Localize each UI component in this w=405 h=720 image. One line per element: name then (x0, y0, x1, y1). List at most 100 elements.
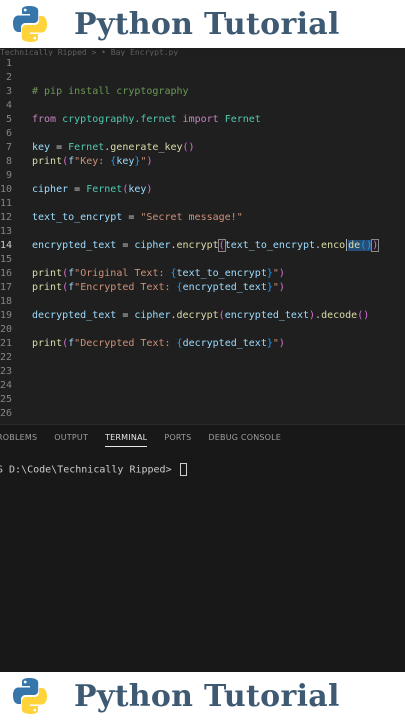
code-line[interactable]: 16 print(f"Original Text: {text_to_encryp… (0, 267, 405, 281)
object: cipher (134, 240, 171, 251)
object: cipher (134, 310, 171, 321)
code-line[interactable]: 20 (0, 323, 405, 337)
code-line[interactable]: 7 key = Fernet.generate_key() (0, 141, 405, 155)
line-number: 6 (5, 128, 12, 139)
line-number: 15 (0, 254, 13, 265)
code-line[interactable]: 3 # pip install cryptography (0, 85, 405, 99)
line-number: 9 (5, 170, 12, 181)
code-line[interactable]: 18 (0, 295, 405, 309)
code-line[interactable]: 6 (0, 127, 405, 141)
line-number: 26 (0, 408, 13, 419)
variable: cipher (32, 184, 69, 195)
parens: () (360, 240, 373, 251)
tab-problems[interactable]: ROBLEMS (0, 431, 37, 447)
line-number: 5 (5, 114, 12, 125)
code-line[interactable]: 24 (0, 379, 405, 393)
string: "Encrypted Text: (74, 282, 177, 293)
variable: text_to_encrypt (32, 212, 123, 223)
class-name: Fernet (224, 114, 261, 125)
code-line[interactable]: 4 (0, 99, 405, 113)
code-line[interactable]: 22 (0, 351, 405, 365)
bottom-banner: Python Tutorial (0, 672, 405, 720)
function-name: print (32, 156, 63, 167)
tab-output[interactable]: OUTPUT (54, 431, 88, 447)
line-number: 3 (5, 86, 12, 97)
code-line[interactable]: 21 print(f"Decrypted Text: {decrypted_tex… (0, 337, 405, 351)
line-number: 25 (0, 394, 13, 405)
function-name: print (32, 282, 63, 293)
line-number: 4 (5, 100, 12, 111)
tab-terminal[interactable]: TERMINAL (105, 431, 148, 447)
text-cursor (346, 239, 348, 251)
paren: ) (278, 282, 285, 293)
keyword: from (32, 114, 57, 125)
code-line[interactable]: 13 (0, 225, 405, 239)
keyword: import (182, 114, 219, 125)
string: "Key: (74, 156, 111, 167)
paren: ) (278, 338, 285, 349)
line-number: 14 (0, 240, 13, 251)
parens: () (357, 310, 370, 321)
variable: encrypted_text (182, 282, 267, 293)
line-number: 22 (0, 352, 13, 363)
paren: ) (278, 268, 285, 279)
panel-tabs: ROBLEMS OUTPUT TERMINAL PORTS DEBUG CONS… (0, 431, 298, 447)
code-line[interactable]: 15 (0, 253, 405, 267)
terminal[interactable]: S D:\Code\Technically Ripped> (0, 463, 187, 478)
operator: = (116, 240, 135, 251)
function-name: generate_key (110, 142, 183, 153)
line-number: 23 (0, 366, 13, 377)
code-line[interactable]: 9 (0, 169, 405, 183)
argument: encrypted_text (224, 310, 309, 321)
line-number: 21 (0, 338, 13, 349)
paren: ) (371, 239, 380, 252)
code-line[interactable]: 2 (0, 71, 405, 85)
code-editor[interactable]: 1 2 3 # pip install cryptography 4 5 from … (0, 56, 405, 424)
python-logo-icon (13, 6, 47, 42)
code-line[interactable]: 1 (0, 57, 405, 71)
comment: # pip install cryptography (32, 86, 189, 97)
line-number: 19 (0, 310, 13, 321)
line-number: 7 (5, 142, 12, 153)
code-line[interactable]: 8 print(f"Key: {key}") (0, 155, 405, 169)
function-name: decrypt (176, 310, 219, 321)
code-line[interactable]: 10 cipher = Fernet(key) (0, 183, 405, 197)
line-number: 24 (0, 380, 13, 391)
line-number: 2 (5, 72, 12, 83)
variable: decrypted_text (182, 338, 267, 349)
operator: = (50, 142, 69, 153)
code-line[interactable]: 23 (0, 365, 405, 379)
function-name: encrypt (176, 240, 219, 251)
line-number: 20 (0, 324, 13, 335)
variable: decrypted_text (32, 310, 117, 321)
variable: text_to_encrypt (176, 268, 267, 279)
code-line-active[interactable]: 14 encrypted_text = cipher.encrypt(text_t… (0, 239, 405, 253)
operator: = (116, 310, 135, 321)
string: "Original Text: (74, 268, 171, 279)
function-name: decode (321, 310, 358, 321)
module-name: cryptography.fernet (62, 114, 177, 125)
top-banner: Python Tutorial (0, 0, 405, 48)
python-logo-icon (13, 678, 47, 714)
class-name: Fernet (86, 184, 123, 195)
code-line[interactable]: 5 from cryptography.fernet import Fernet (0, 113, 405, 127)
operator: = (68, 184, 87, 195)
line-number: 8 (5, 156, 12, 167)
function-name: print (32, 268, 63, 279)
line-number: 18 (0, 296, 13, 307)
paren: ) (146, 156, 153, 167)
code-line[interactable]: 19 decrypted_text = cipher.decrypt(encryp… (0, 309, 405, 323)
function-name: print (32, 338, 63, 349)
tab-debug-console[interactable]: DEBUG CONSOLE (208, 431, 281, 447)
paren: ) (146, 184, 153, 195)
banner-title: Python Tutorial (74, 6, 340, 42)
tab-ports[interactable]: PORTS (164, 431, 191, 447)
line-number: 1 (5, 58, 12, 69)
code-line[interactable]: 26 (0, 407, 405, 421)
code-line[interactable]: 12 text_to_encrypt = "Secret message!" (0, 211, 405, 225)
selected-text: de (348, 240, 361, 251)
code-line[interactable]: 25 (0, 393, 405, 407)
argument: text_to_encrypt (224, 240, 316, 251)
code-line[interactable]: 11 (0, 197, 405, 211)
code-line[interactable]: 17 print(f"Encrypted Text: {encrypted_tex… (0, 281, 405, 295)
